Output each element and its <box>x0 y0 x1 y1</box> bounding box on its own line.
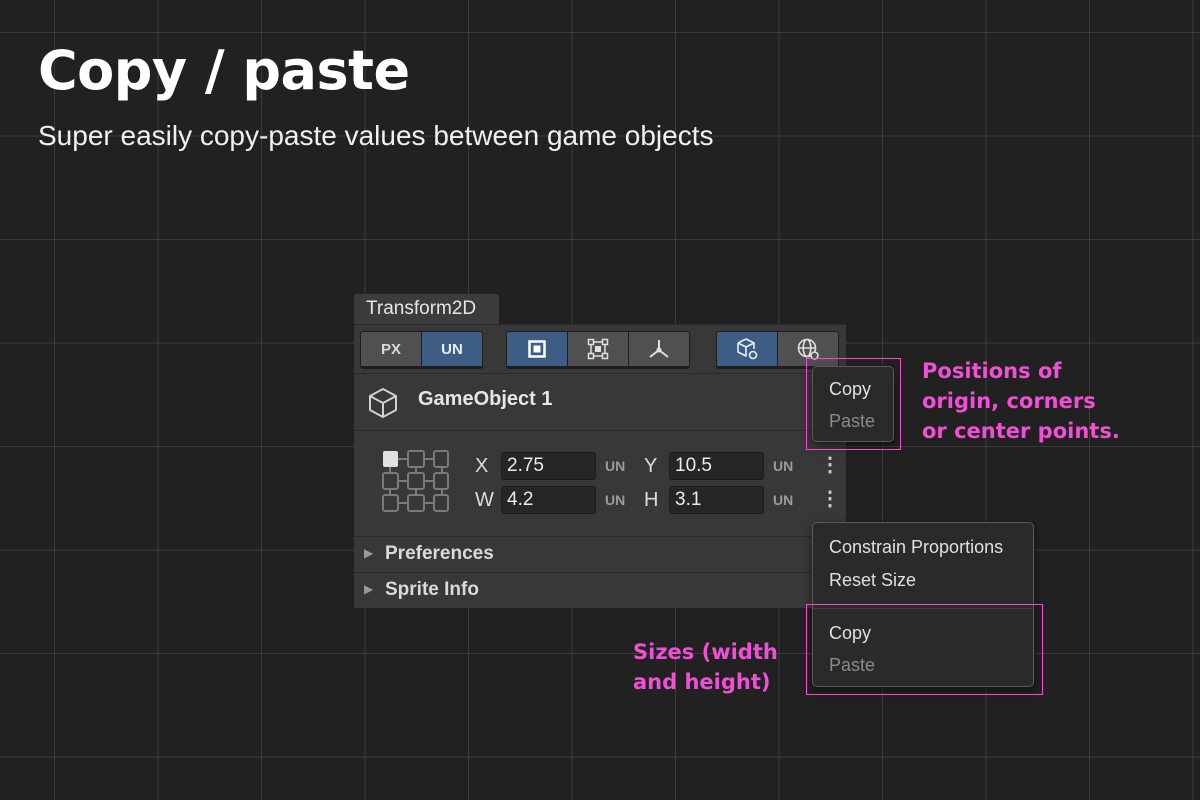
section-label: Sprite Info <box>385 579 479 600</box>
positions-annotation: Positions of origin, corners or center p… <box>922 356 1120 446</box>
rect-icon <box>528 340 546 358</box>
annotation-line: origin, corners <box>922 389 1096 413</box>
section-sprite-info[interactable]: ▶ Sprite Info <box>354 572 846 608</box>
annotation-line: Positions of <box>922 359 1062 383</box>
y-unit[interactable]: UN <box>773 458 793 474</box>
expand-arrow-icon: ▶ <box>364 546 374 560</box>
section-preferences[interactable]: ▶ Preferences <box>354 536 846 572</box>
corners-icon <box>587 338 609 360</box>
sizes-annotation: Sizes (width and height) <box>633 637 778 697</box>
divider <box>354 430 846 431</box>
gameobject-row: GameObject 1 <box>354 374 846 430</box>
annotation-line: Sizes (width <box>633 640 778 664</box>
position-more-button[interactable]: ⋮ <box>820 452 840 477</box>
section-label: Preferences <box>385 543 494 564</box>
unit-un-button[interactable]: UN <box>422 332 482 366</box>
w-unit[interactable]: UN <box>605 492 625 508</box>
x-unit[interactable]: UN <box>605 458 625 474</box>
anchor-grid-icon[interactable] <box>382 449 450 515</box>
y-field[interactable]: 10.5 <box>669 452 764 480</box>
h-label: H <box>644 489 659 511</box>
x-label: X <box>475 455 489 477</box>
annotation-line: and height) <box>633 670 771 694</box>
corners-mode-button[interactable] <box>568 332 628 366</box>
local-cube-icon <box>737 338 758 360</box>
pivot-mode-button[interactable] <box>629 332 689 366</box>
h-unit[interactable]: UN <box>773 492 793 508</box>
tab-transform2d[interactable]: Transform2D <box>354 294 499 324</box>
h-field[interactable]: 3.1 <box>669 486 764 514</box>
local-space-button[interactable] <box>717 332 777 366</box>
size-more-button[interactable]: ⋮ <box>820 486 840 511</box>
y-label: Y <box>644 455 658 477</box>
gameobject-name: GameObject 1 <box>418 388 553 410</box>
unit-px-button[interactable]: PX <box>361 332 421 366</box>
highlight-box <box>806 604 1043 695</box>
w-field[interactable]: 4.2 <box>501 486 596 514</box>
expand-arrow-icon: ▶ <box>364 582 374 596</box>
cube-icon <box>369 388 397 418</box>
unit-toggle: PX UN <box>360 331 483 369</box>
toolbar: PX UN <box>354 325 846 373</box>
mode-toggle <box>506 331 690 369</box>
page-subtitle: Super easily copy-paste values between g… <box>38 120 714 151</box>
x-field[interactable]: 2.75 <box>501 452 596 480</box>
page-title: Copy / paste <box>38 39 410 102</box>
highlight-box <box>806 358 901 450</box>
menu-item-constrain-proportions[interactable]: Constrain Proportions <box>829 537 1003 558</box>
w-label: W <box>475 489 494 511</box>
annotation-line: or center points. <box>922 419 1120 443</box>
transform2d-panel: PX UN GameObject 1 X 2.75 UN Y 10.5 UN ⋮… <box>354 324 846 608</box>
pivot-icon <box>649 340 669 358</box>
menu-item-reset-size[interactable]: Reset Size <box>829 570 916 591</box>
rect-mode-button[interactable] <box>507 332 567 366</box>
